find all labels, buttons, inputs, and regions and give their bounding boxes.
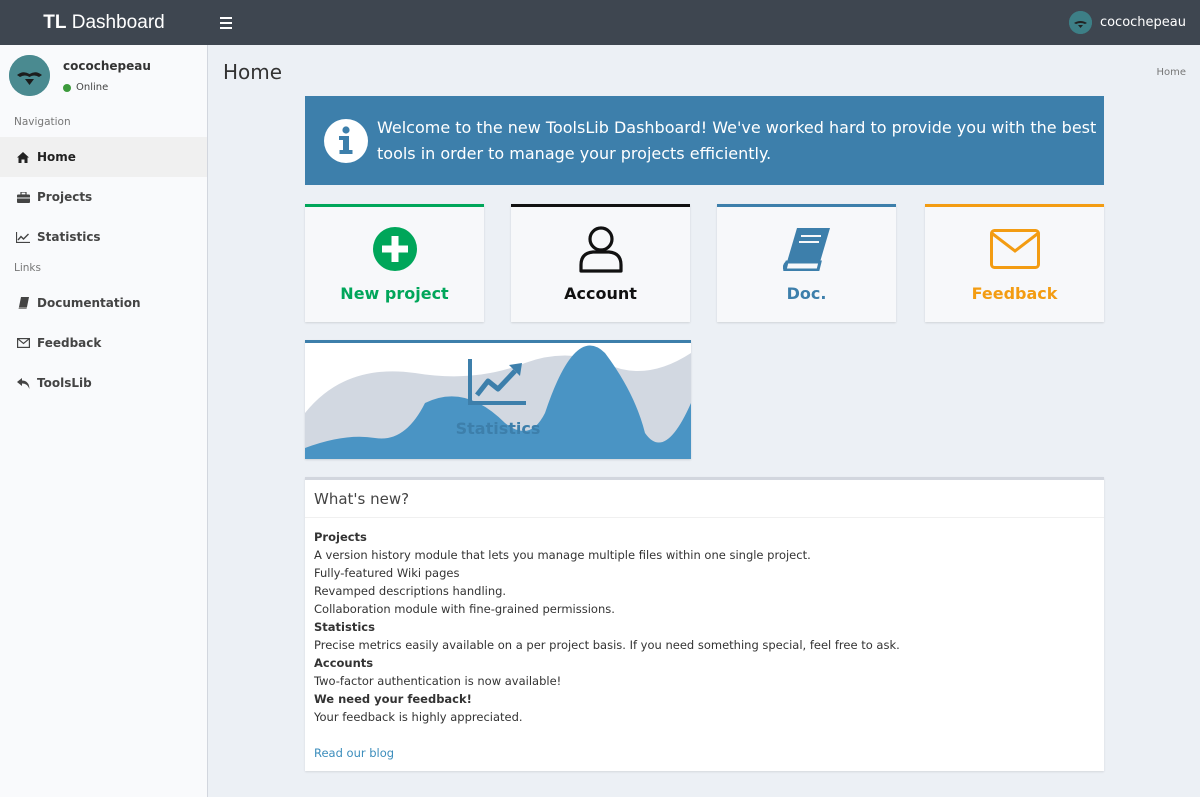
news-line: Precise metrics easily available on a pe… [314, 638, 900, 652]
book-icon [16, 296, 30, 310]
section-heading: Statistics [314, 620, 375, 634]
welcome-callout: Welcome to the new ToolsLib Dashboard! W… [305, 96, 1104, 185]
breadcrumb[interactable]: Home [1156, 67, 1186, 78]
hamburger-icon[interactable] [220, 16, 236, 29]
user-menu[interactable]: cocochepeau [1068, 11, 1186, 34]
doc-card[interactable]: Doc. [717, 204, 896, 322]
user-name: cocochepeau [63, 59, 151, 73]
sidebar-header-links: Links [14, 262, 41, 274]
sidebar-item-documentation[interactable]: Documentation [0, 283, 207, 323]
user-panel: cocochepeau Online [0, 45, 207, 107]
briefcase-icon [16, 190, 30, 204]
sidebar-item-projects[interactable]: Projects [0, 177, 207, 217]
whats-new-body: Projects A version history module that l… [305, 518, 1104, 736]
card-label: New project [340, 284, 449, 303]
avatar [9, 55, 50, 96]
envelope-icon [989, 229, 1040, 269]
reply-icon [16, 376, 30, 390]
sidebar-item-feedback[interactable]: Feedback [0, 323, 207, 363]
line-chart-icon [16, 230, 30, 244]
news-line: Collaboration module with fine-grained p… [314, 602, 615, 616]
user-status: Online [63, 82, 108, 93]
section-heading: Accounts [314, 656, 374, 670]
envelope-icon [16, 336, 30, 350]
user-icon [578, 226, 623, 273]
card-label: Feedback [971, 284, 1058, 303]
plus-circle-icon [372, 227, 417, 271]
area-chart-icon [468, 359, 526, 405]
page-title: Home [223, 60, 283, 84]
card-label: Account [564, 284, 637, 303]
brand-logo[interactable]: TL Dashboard [0, 12, 208, 34]
home-icon [16, 150, 30, 164]
top-navbar: TL Dashboard cocochepeau [0, 0, 1200, 45]
news-line: A version history module that lets you m… [314, 548, 811, 562]
info-circle-icon [324, 118, 368, 163]
section-heading: Projects [314, 530, 367, 544]
welcome-text-line1: Welcome to the new ToolsLib Dashboard! W… [377, 117, 1097, 137]
read-blog-link[interactable]: Read our blog [314, 746, 394, 760]
book-icon [782, 228, 830, 271]
sidebar-item-statistics[interactable]: Statistics [0, 217, 207, 257]
new-project-card[interactable]: New project [305, 204, 484, 322]
status-dot-icon [63, 83, 71, 92]
welcome-text-line2: tools in order to manage your projects e… [377, 143, 772, 163]
news-line: Two-factor authentication is now availab… [314, 674, 562, 688]
whats-new-box: What's new? Projects A version history m… [305, 477, 1104, 771]
news-line: Fully-featured Wiki pages [314, 566, 460, 580]
sidebar: cocochepeau Online Navigation Home Proje… [0, 45, 208, 797]
statistics-card-label: Statistics [455, 419, 541, 438]
sidebar-header-navigation: Navigation [14, 116, 71, 128]
avatar [1068, 11, 1092, 34]
feedback-card[interactable]: Feedback [925, 204, 1104, 322]
card-label: Doc. [786, 284, 827, 303]
account-card[interactable]: Account [511, 204, 690, 322]
news-line: Revamped descriptions handling. [314, 584, 507, 598]
whats-new-title: What's new? [305, 480, 1104, 518]
sidebar-item-toolslib[interactable]: ToolsLib [0, 363, 207, 403]
top-username: cocochepeau [1099, 15, 1186, 30]
section-heading: We need your feedback! [314, 692, 472, 706]
sidebar-item-home[interactable]: Home [0, 137, 207, 177]
statistics-card[interactable]: Statistics [305, 340, 691, 459]
news-line: Your feedback is highly appreciated. [314, 710, 523, 724]
